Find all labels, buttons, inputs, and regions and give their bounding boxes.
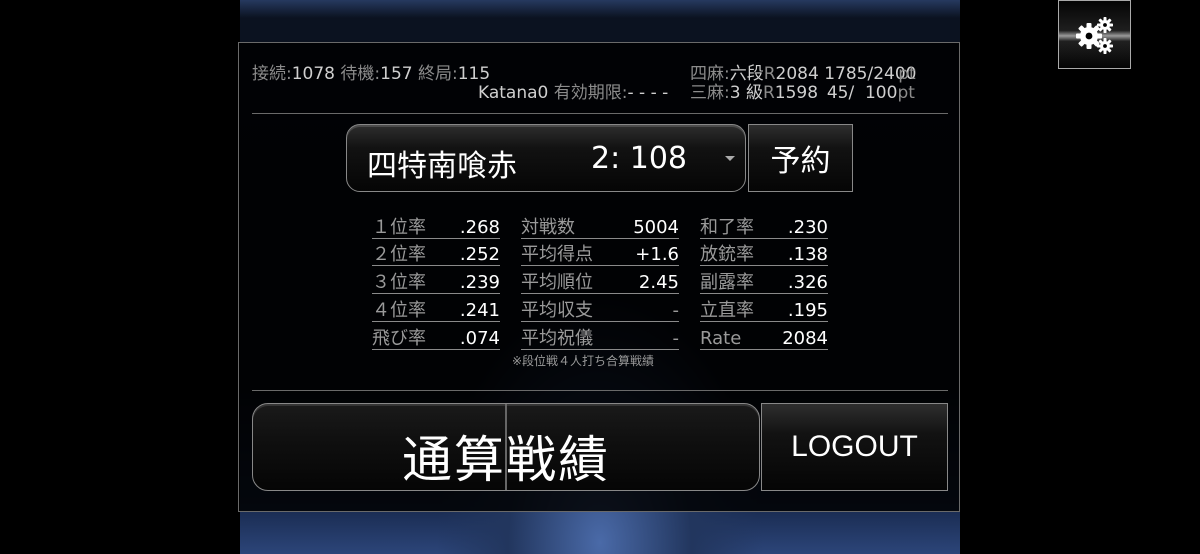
stat-underline bbox=[700, 238, 828, 239]
stat-underline bbox=[372, 321, 500, 322]
stat-value: .138 bbox=[787, 244, 828, 265]
stat-label: 平均得点 bbox=[521, 244, 593, 265]
stat-label: 放銃率 bbox=[700, 244, 754, 265]
dan-rank: 六段 bbox=[729, 64, 764, 84]
rank-four-player: 四麻:六段R2084 1785/2400pt bbox=[690, 64, 917, 84]
stat-label: 平均順位 bbox=[521, 272, 593, 293]
stat-underline bbox=[372, 293, 500, 294]
account-info: Katana0 有効期限:- - - - bbox=[478, 84, 668, 102]
stat-underline bbox=[700, 293, 828, 294]
finished-label: 終局: bbox=[418, 64, 458, 84]
stat-label: Rate bbox=[700, 328, 742, 349]
stat-underline bbox=[700, 321, 828, 322]
dan-rank: 3 級 bbox=[729, 83, 763, 103]
username: Katana0 bbox=[478, 83, 549, 103]
stat-value: .241 bbox=[459, 300, 500, 321]
settings-button[interactable] bbox=[1058, 0, 1131, 69]
stat-underline bbox=[372, 238, 500, 239]
stat-label: 立直率 bbox=[700, 300, 754, 321]
stat-value: - bbox=[672, 328, 680, 349]
stat-value: 5004 bbox=[633, 217, 679, 238]
rating-value: 1598 bbox=[774, 83, 819, 103]
stat-value: .268 bbox=[459, 217, 500, 238]
stat-label: 飛び率 bbox=[372, 328, 426, 349]
waiting-count: 157 bbox=[380, 64, 413, 84]
reserve-button[interactable]: 予約 bbox=[748, 124, 853, 192]
stat-value: .230 bbox=[787, 217, 828, 238]
stat-label: 平均収支 bbox=[521, 300, 593, 321]
expiry-value: - - - - bbox=[627, 83, 669, 103]
connect-label: 接続: bbox=[252, 64, 292, 84]
stat-label: 副露率 bbox=[700, 272, 754, 293]
total-record-button[interactable]: 通算戦績 bbox=[252, 403, 760, 491]
gears-icon bbox=[1075, 16, 1113, 54]
chevron-down-icon bbox=[725, 156, 735, 161]
rank-points: 45/ 100 bbox=[826, 83, 898, 103]
stat-value: .074 bbox=[459, 328, 500, 349]
stat-underline bbox=[521, 321, 679, 322]
server-status: 接続:1078 待機:157 終局:115 bbox=[252, 65, 490, 83]
stat-value: +1.6 bbox=[635, 244, 679, 265]
stat-label: 和了率 bbox=[700, 217, 754, 238]
connect-count: 1078 bbox=[291, 64, 335, 84]
stat-underline bbox=[521, 238, 679, 239]
stat-label: ３位率 bbox=[372, 272, 426, 293]
stat-underline bbox=[700, 349, 828, 350]
rating-value: 2084 bbox=[775, 64, 819, 84]
stat-value: .252 bbox=[459, 244, 500, 265]
divider bbox=[252, 113, 948, 114]
total-record-label: 通算戦績 bbox=[402, 431, 610, 489]
stat-label: ２位率 bbox=[372, 244, 426, 265]
stat-underline bbox=[521, 293, 679, 294]
finished-count: 115 bbox=[457, 64, 491, 84]
stat-value: 2.45 bbox=[638, 272, 679, 293]
stat-label: １位率 bbox=[372, 217, 426, 238]
stat-value: .195 bbox=[787, 300, 828, 321]
stat-value: .239 bbox=[459, 272, 500, 293]
stat-underline bbox=[521, 265, 679, 266]
rule-select[interactable]: 四特南喰赤 2: 108 bbox=[346, 124, 746, 192]
stat-underline bbox=[521, 349, 679, 350]
stat-underline bbox=[372, 349, 500, 350]
stat-label: ４位率 bbox=[372, 300, 426, 321]
stat-underline bbox=[700, 265, 828, 266]
stat-label: 平均祝儀 bbox=[521, 328, 593, 349]
stat-value: - bbox=[672, 300, 680, 321]
rank-points: 1785/2400 bbox=[824, 64, 917, 84]
divider bbox=[252, 390, 948, 391]
stat-value: 2084 bbox=[782, 328, 828, 349]
rule-count: 2: 108 bbox=[591, 141, 687, 176]
rank-three-player: 三麻:3 級R1598 45/ 100pt bbox=[690, 83, 915, 103]
stats-footnote: ※段位戦４人打ち合算戦績 bbox=[512, 354, 655, 368]
logout-button[interactable]: LOGOUT bbox=[761, 403, 948, 491]
rule-name: 四特南喰赤 bbox=[367, 149, 517, 184]
stat-value: .326 bbox=[787, 272, 828, 293]
expiry-label: 有効期限: bbox=[553, 83, 628, 103]
waiting-label: 待機: bbox=[340, 64, 381, 84]
stat-label: 対戦数 bbox=[521, 217, 575, 238]
stat-underline bbox=[372, 265, 500, 266]
